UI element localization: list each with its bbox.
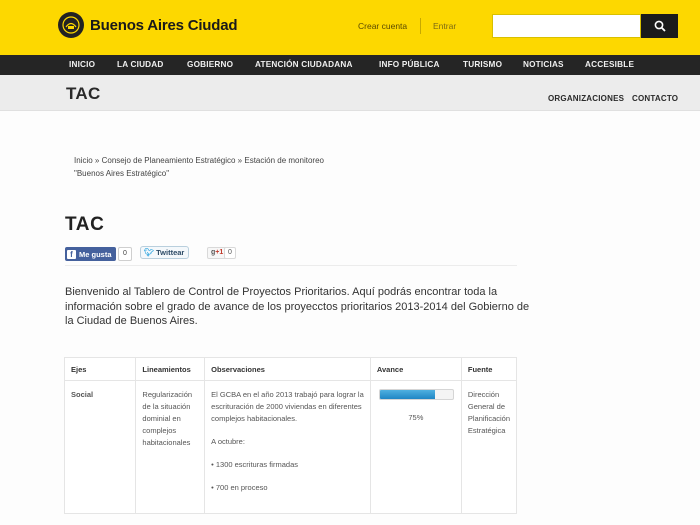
login-link[interactable]: Entrar <box>433 21 456 31</box>
table-row: Social Regularización de la situación do… <box>63 380 518 514</box>
facebook-like-label: Me gusta <box>79 249 112 259</box>
twitter-tweet-label: Twittear <box>156 248 185 257</box>
column-header-ejes: Ejes <box>63 357 137 381</box>
avance-cell: 75% <box>369 380 462 514</box>
progress-bar <box>378 389 454 400</box>
projects-table: Ejes Lineamientos Observaciones Avance F… <box>63 357 518 514</box>
auth-divider <box>420 18 421 34</box>
nav-item-noticias[interactable]: NOTICIAS <box>523 60 564 69</box>
breadcrumb-inicio[interactable]: Inicio <box>74 156 93 165</box>
nav-item-gobierno[interactable]: GOBIERNO <box>187 60 233 69</box>
twitter-bird-icon: 🐦︎ <box>144 248 155 257</box>
search-input[interactable] <box>492 14 641 38</box>
facebook-icon: f <box>67 249 76 259</box>
breadcrumb-estacion[interactable]: Estación de monitoreo <box>244 156 324 165</box>
breadcrumb-current: "Buenos Aires Estratégico" <box>74 169 170 178</box>
main-nav: INICIO LA CIUDAD GOBIERNO ATENCIÓN CIUDA… <box>0 55 700 75</box>
column-header-fuente: Fuente <box>460 357 518 381</box>
nav-item-atencion-ciudadana[interactable]: ATENCIÓN CIUDADANA <box>255 60 353 69</box>
facebook-like-button[interactable]: f Me gusta <box>65 247 116 261</box>
intro-paragraph: Bienvenido al Tablero de Control de Proy… <box>65 286 530 327</box>
breadcrumb: Inicio » Consejo de Planeamiento Estraté… <box>74 154 374 180</box>
organizaciones-link[interactable]: ORGANIZACIONES <box>548 94 624 103</box>
search-button[interactable] <box>641 14 678 38</box>
observaciones-cell: El GCBA en el año 2013 trabajó para logr… <box>204 380 371 514</box>
breadcrumb-separator: » <box>92 156 102 165</box>
search-icon <box>654 20 666 32</box>
progress-percent: 75% <box>408 413 424 422</box>
google-plus-count: 0 <box>224 247 236 259</box>
site-logo[interactable]: Buenos Aires Ciudad <box>58 12 238 38</box>
observacion-text: A octubre: <box>211 437 245 446</box>
register-link[interactable]: Crear cuenta <box>358 21 407 31</box>
site-name: Buenos Aires Ciudad <box>90 16 238 34</box>
nav-item-la-ciudad[interactable]: LA CIUDAD <box>117 60 164 69</box>
breadcrumb-consejo[interactable]: Consejo de Planeamiento Estratégico <box>102 156 236 165</box>
nav-item-turismo[interactable]: TURISMO <box>463 60 502 69</box>
nav-item-inicio[interactable]: INICIO <box>69 60 95 69</box>
facebook-like-count: 0 <box>118 247 132 261</box>
google-plus-label: +1 <box>215 249 224 256</box>
fuente-cell: Dirección General de Planificación Estra… <box>460 380 518 514</box>
lineamiento-cell: Regularización de la situación dominial … <box>135 380 206 514</box>
section-header: TAC ORGANIZACIONES CONTACTO <box>0 75 700 111</box>
table-header-row: Ejes Lineamientos Observaciones Avance F… <box>63 357 518 381</box>
nav-item-info-publica[interactable]: INFO PÚBLICA <box>379 60 440 69</box>
column-header-lineamientos: Lineamientos <box>135 357 206 381</box>
title-divider <box>65 265 517 266</box>
column-header-avance: Avance <box>369 357 462 381</box>
observacion-text: • 1300 escrituras firmadas <box>211 460 298 469</box>
column-header-observaciones: Observaciones <box>204 357 371 381</box>
contacto-link[interactable]: CONTACTO <box>632 94 678 103</box>
observacion-text: • 700 en proceso <box>211 483 268 492</box>
city-seal-icon <box>58 12 84 38</box>
nav-item-accesible[interactable]: ACCESIBLE <box>585 60 634 69</box>
page-title: TAC <box>65 214 105 235</box>
eje-cell: Social <box>63 380 137 514</box>
section-title: TAC <box>66 84 101 103</box>
observacion-text: El GCBA en el año 2013 trabajó para logr… <box>211 390 364 423</box>
twitter-tweet-button[interactable]: 🐦︎ Twittear <box>140 246 190 259</box>
progress-bar-fill <box>379 390 435 399</box>
site-header: Buenos Aires Ciudad Crear cuenta Entrar <box>0 0 700 55</box>
